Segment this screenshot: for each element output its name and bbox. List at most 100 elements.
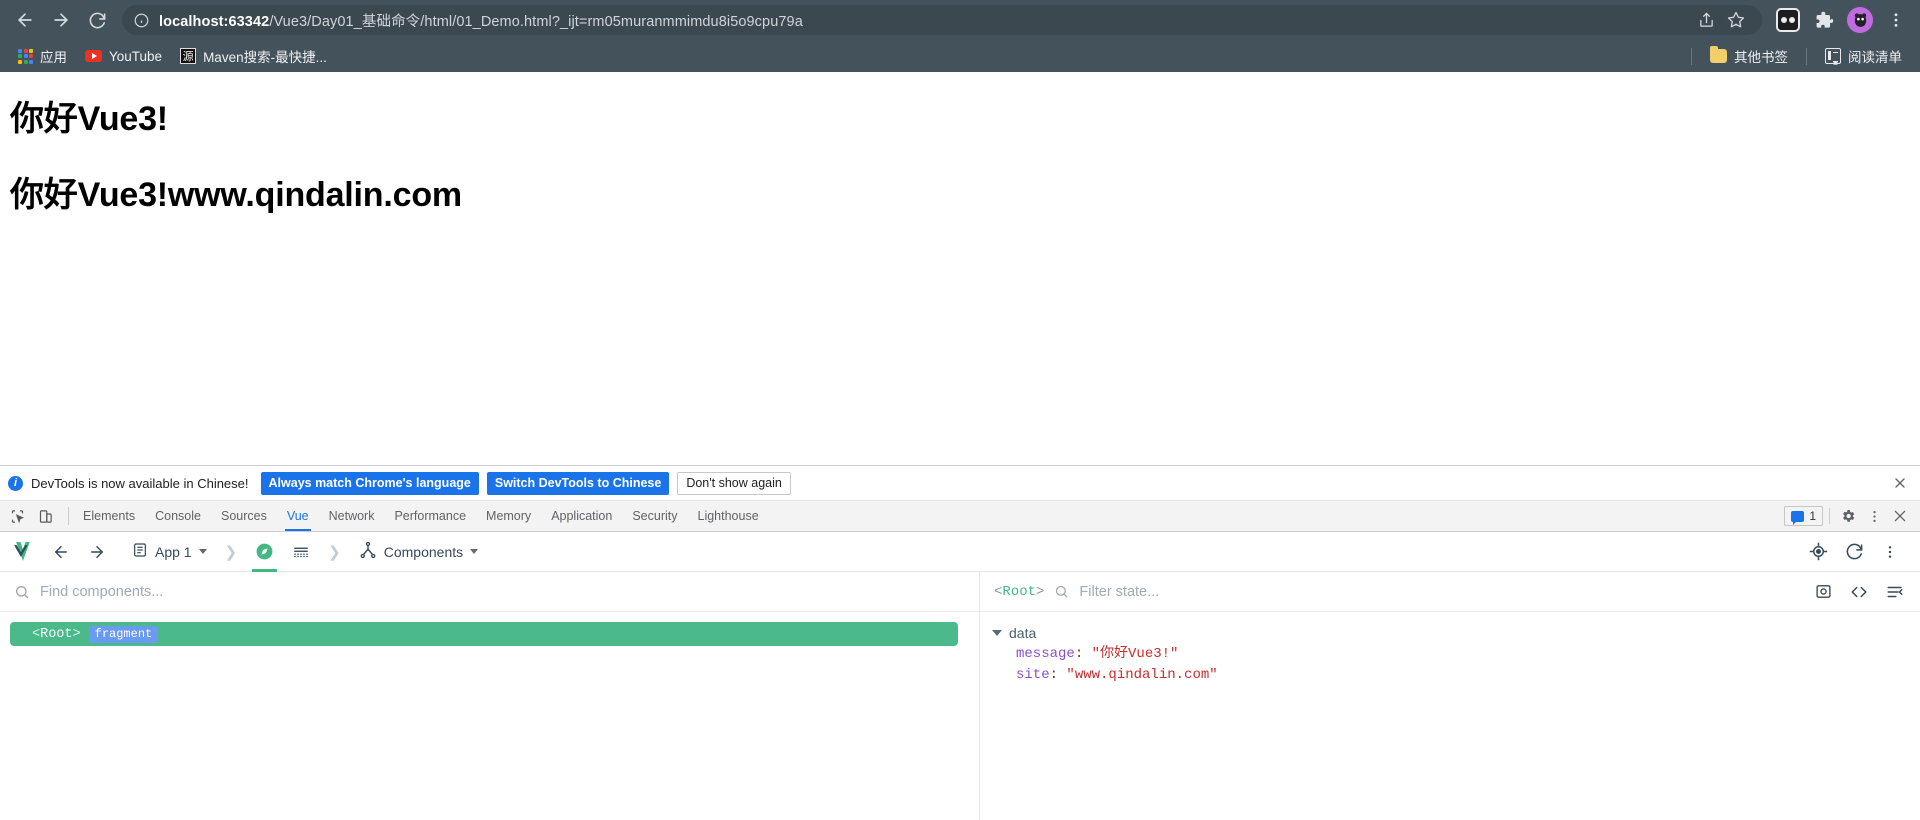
find-components-row <box>0 572 979 612</box>
tab-console[interactable]: Console <box>145 501 211 531</box>
bookmark-apps[interactable]: 应用 <box>10 43 75 69</box>
tag-open: < <box>32 626 41 642</box>
router-compass-icon[interactable] <box>248 532 281 572</box>
vue-devtools-toolbar: App 1 ❯ ❯ Components <box>0 532 1920 572</box>
chrome-menu-icon[interactable] <box>1880 4 1912 36</box>
settings-gear-icon[interactable] <box>1836 504 1860 528</box>
back-button[interactable] <box>8 3 42 37</box>
tab-sources[interactable]: Sources <box>211 501 277 531</box>
other-bookmarks-folder[interactable]: 其他书签 <box>1702 43 1796 69</box>
state-root-label: <Root> <box>994 584 1044 600</box>
components-tree-pane: <Root> fragment <box>0 572 980 820</box>
state-key-message: message <box>1016 646 1075 662</box>
extensions-puzzle-icon[interactable] <box>1808 4 1840 36</box>
toolbar-separator-2: ❯ <box>328 543 341 561</box>
devtools-more-icon[interactable] <box>1862 504 1886 528</box>
find-components-input[interactable] <box>40 583 965 600</box>
collapse-all-icon[interactable] <box>1884 581 1906 603</box>
tab-memory[interactable]: Memory <box>476 501 541 531</box>
state-header-actions <box>1812 581 1906 603</box>
site-info-icon[interactable] <box>134 13 149 28</box>
vue-back-button[interactable] <box>45 532 77 572</box>
state-header: <Root> <box>980 572 1920 612</box>
state-root-close: > <box>1036 583 1045 600</box>
reading-list-label: 阅读清单 <box>1848 50 1902 65</box>
chevron-down-icon <box>198 549 207 554</box>
page-heading-1: 你好Vue3! <box>10 100 168 138</box>
url-path: /Vue3/Day01_基础命令/html/01_Demo.html?_ijt=… <box>269 13 803 30</box>
info-icon: i <box>8 475 23 491</box>
dont-show-again-button[interactable]: Don't show again <box>677 471 791 495</box>
tab-performance[interactable]: Performance <box>384 501 476 531</box>
address-bar[interactable]: localhost:63342/Vue3/Day01_基础命令/html/01_… <box>122 5 1762 35</box>
fragment-badge: fragment <box>88 625 159 643</box>
reload-button[interactable] <box>80 3 114 37</box>
reading-list-icon <box>1825 48 1841 64</box>
vue-devtools-body: <Root> fragment <Root> <box>0 572 1920 820</box>
url-text: localhost:63342/Vue3/Day01_基础命令/html/01_… <box>159 10 803 31</box>
bookmark-maven-label: Maven搜索-最快捷... <box>203 50 327 65</box>
state-root-name: Root <box>1002 583 1037 600</box>
apps-grid-icon <box>18 48 33 64</box>
edit-code-icon[interactable] <box>1848 581 1870 603</box>
switch-to-chinese-button[interactable]: Switch DevTools to Chinese <box>486 471 670 495</box>
profile-avatar[interactable] <box>1844 4 1876 36</box>
refresh-icon[interactable] <box>1842 540 1866 564</box>
app-document-icon <box>132 542 148 561</box>
device-toolbar-icon[interactable] <box>32 503 58 529</box>
state-entry-site[interactable]: site: "www.qindalin.com" <box>980 665 1920 686</box>
notice-text: DevTools is now available in Chinese! <box>31 475 249 491</box>
component-state-pane: <Root> Filter state... data message: "你好… <box>980 572 1920 820</box>
devtools-close-icon[interactable] <box>1888 504 1912 528</box>
select-component-target-icon[interactable] <box>1806 540 1830 564</box>
folder-icon <box>1710 46 1727 63</box>
vue-more-icon[interactable] <box>1878 540 1902 564</box>
app-selector[interactable]: App 1 <box>125 532 214 572</box>
youtube-icon <box>85 50 102 62</box>
tab-elements[interactable]: Elements <box>73 501 145 531</box>
devtools-tabbar-right: 1 <box>1784 501 1920 531</box>
close-icon[interactable] <box>1890 473 1910 493</box>
bookmark-maven[interactable]: 源 Maven搜索-最快捷... <box>172 43 335 69</box>
tab-vue[interactable]: Vue <box>277 501 319 531</box>
share-icon[interactable] <box>1692 6 1720 34</box>
maven-icon: 源 <box>180 48 197 64</box>
console-message-badge[interactable]: 1 <box>1784 506 1823 526</box>
reading-list-button[interactable]: 阅读清单 <box>1817 43 1910 69</box>
bookmarks-bar-right: 其他书签 阅读清单 <box>1681 43 1910 69</box>
tree-node-root[interactable]: <Root> fragment <box>10 622 958 646</box>
snapshot-camera-icon[interactable] <box>1812 581 1834 603</box>
other-bookmarks-label: 其他书签 <box>1734 50 1788 65</box>
panda-glyph <box>1776 8 1800 32</box>
bookmark-apps-label: 应用 <box>40 50 67 65</box>
state-group-data[interactable]: data <box>980 622 1920 644</box>
tab-network[interactable]: Network <box>319 501 385 531</box>
filter-state-input[interactable] <box>1079 583 1802 600</box>
state-entry-message[interactable]: message: "你好Vue3!" <box>980 644 1920 665</box>
state-value-site: "www.qindalin.com" <box>1066 667 1218 683</box>
chevron-down-icon-2 <box>470 549 479 554</box>
bookmark-youtube-label: YouTube <box>109 48 163 64</box>
toolbar-separator-1: ❯ <box>224 543 238 561</box>
avatar <box>1847 7 1873 33</box>
inspect-element-icon[interactable] <box>4 503 30 529</box>
state-value-message: "你好Vue3!" <box>1091 646 1179 662</box>
panda-extension-icon[interactable] <box>1772 4 1804 36</box>
tag-close: > <box>72 626 81 642</box>
tab-lighthouse[interactable]: Lighthouse <box>688 501 769 531</box>
bookmark-youtube[interactable]: YouTube <box>77 46 170 67</box>
always-match-language-button[interactable]: Always match Chrome's language <box>260 471 479 495</box>
vue-forward-button[interactable] <box>81 532 113 572</box>
vue-logo-icon <box>12 532 41 572</box>
view-selector-label: Components <box>383 543 464 560</box>
components-tree-icon <box>359 541 377 562</box>
state-colon-1: : <box>1074 646 1092 662</box>
filter-search-icon <box>1054 584 1069 599</box>
timeline-grid-icon[interactable] <box>285 532 317 572</box>
vue-toolbar-right <box>1806 540 1908 564</box>
forward-button[interactable] <box>44 3 78 37</box>
view-selector[interactable]: Components <box>352 532 485 572</box>
tab-security[interactable]: Security <box>622 501 687 531</box>
star-icon[interactable] <box>1722 6 1750 34</box>
tab-application[interactable]: Application <box>541 501 622 531</box>
